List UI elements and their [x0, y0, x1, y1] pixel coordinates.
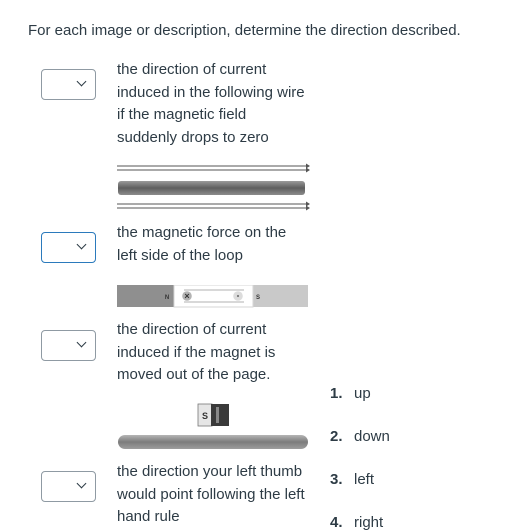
answer-choice: 2. down — [330, 428, 450, 445]
answer-select-2[interactable] — [41, 232, 96, 263]
question-2-text: the magnetic force on the left side of t… — [117, 224, 287, 264]
wire — [118, 181, 305, 195]
chevron-down-icon — [76, 478, 87, 489]
answer-choice: 3. left — [330, 471, 450, 488]
answer-select-3[interactable] — [41, 330, 96, 361]
field-arrowhead — [306, 167, 310, 173]
wire — [118, 435, 308, 449]
chevron-down-icon — [76, 239, 87, 250]
magnetic-field-wire-figure — [117, 163, 310, 211]
answer-label: down — [354, 428, 390, 445]
answer-label: left — [354, 471, 375, 488]
chevron-down-icon — [76, 76, 87, 87]
bar-magnet-loop-figure: × N S — [117, 285, 308, 308]
answer-number: 4. — [330, 514, 343, 531]
magnet-above-wire-figure: S — [118, 403, 308, 449]
answer-number: 3. — [330, 471, 343, 488]
instructions: For each image or description, determine… — [28, 22, 461, 39]
south-pole-label: S — [256, 295, 260, 301]
answer-select-4[interactable] — [41, 471, 96, 502]
question-4-text: the direction your left thumb would poin… — [117, 463, 305, 525]
north-pole-label: N — [165, 295, 169, 301]
question-1-text: the direction of current induced in the … — [117, 61, 305, 146]
answer-number: 2. — [330, 428, 343, 445]
magnet-north-end — [211, 404, 229, 426]
x-marker: × — [184, 291, 189, 301]
magnet-label: S — [202, 411, 208, 421]
answer-choice: 1. up — [330, 385, 450, 402]
answer-label: up — [354, 385, 371, 402]
answer-number: 1. — [330, 385, 343, 402]
chevron-down-icon — [76, 337, 87, 348]
field-arrowhead — [306, 205, 310, 211]
answer-label: right — [354, 514, 384, 531]
question-3-text: the direction of current induced if the … — [117, 321, 276, 383]
answer-choice: 4. right — [330, 514, 450, 531]
field-arrowhead — [306, 201, 310, 207]
answer-select-1[interactable] — [41, 69, 96, 100]
field-arrowhead — [306, 163, 310, 169]
